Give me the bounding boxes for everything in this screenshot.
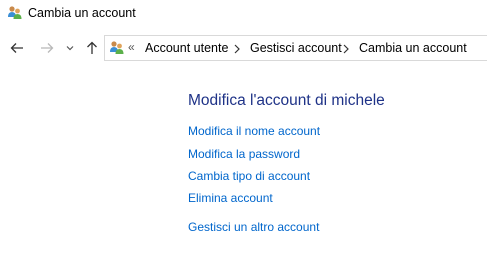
breadcrumb-account-utente[interactable]: Account utente: [145, 41, 228, 55]
address-bar[interactable]: « Account utente Gestisci account Cambia…: [104, 35, 487, 61]
manage-another-account-link[interactable]: Gestisci un altro account: [188, 220, 319, 234]
user-accounts-icon: [109, 40, 125, 56]
delete-account-link[interactable]: Elimina account: [188, 191, 273, 205]
arrow-right-icon: [41, 43, 54, 53]
page-title: Modifica l'account di michele: [188, 92, 385, 109]
chevron-right-icon[interactable]: [342, 44, 350, 54]
change-account-name-link[interactable]: Modifica il nome account: [188, 124, 320, 138]
up-button[interactable]: [82, 35, 102, 61]
breadcrumb-gestisci-account[interactable]: Gestisci account: [250, 41, 342, 55]
chevron-down-icon: [66, 46, 74, 51]
title-bar: Cambia un account: [0, 0, 487, 28]
window: Cambia un account « Account utente Gesti…: [0, 0, 487, 257]
user-accounts-icon: [7, 5, 23, 21]
back-button[interactable]: [6, 35, 28, 61]
forward-button[interactable]: [36, 35, 58, 61]
change-password-link[interactable]: Modifica la password: [188, 147, 300, 161]
window-title: Cambia un account: [28, 6, 136, 20]
arrow-left-icon: [10, 43, 23, 53]
change-account-type-link[interactable]: Cambia tipo di account: [188, 169, 310, 183]
arrow-up-icon: [87, 41, 97, 54]
breadcrumb-cambia-un-account[interactable]: Cambia un account: [359, 41, 467, 55]
chevron-right-icon[interactable]: [233, 44, 241, 54]
breadcrumb-overflow[interactable]: «: [128, 40, 135, 54]
recent-locations-button[interactable]: [63, 35, 77, 61]
navigation-bar: « Account utente Gestisci account Cambia…: [0, 35, 487, 61]
